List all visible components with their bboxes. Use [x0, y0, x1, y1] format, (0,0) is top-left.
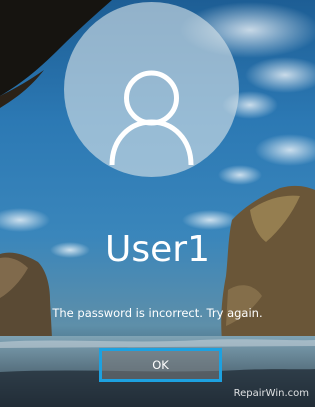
lock-screen: User1 The password is incorrect. Try aga… — [0, 0, 315, 407]
ok-button[interactable]: OK — [99, 348, 222, 382]
user-icon — [109, 70, 194, 166]
username-label: User1 — [105, 229, 210, 270]
watermark-text: RepairWin.com — [233, 388, 309, 399]
error-message: The password is incorrect. Try again. — [52, 306, 263, 320]
user-avatar — [64, 2, 239, 177]
